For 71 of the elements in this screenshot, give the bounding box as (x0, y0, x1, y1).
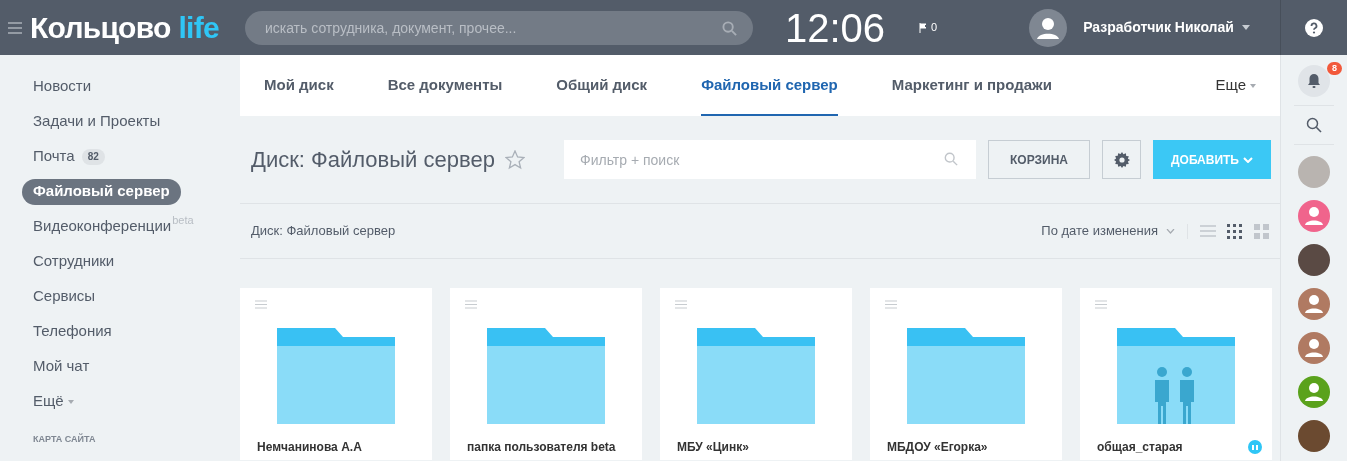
chevron-icon (1166, 228, 1175, 234)
folder-icon (277, 328, 395, 424)
menu-icon[interactable] (1095, 300, 1107, 309)
sidebar-item[interactable]: Сервисы (22, 285, 107, 308)
sidebar-item[interactable]: Телефония (22, 320, 123, 343)
section-title: КАРТА САЙТА (33, 433, 97, 446)
user-name[interactable]: Разработчик Николай (1083, 17, 1234, 38)
contact-avatar-icon[interactable] (1298, 332, 1330, 364)
folder-name[interactable]: папка пользователя beta (467, 438, 616, 456)
folder-name[interactable]: общая_старая (1097, 438, 1183, 456)
folder-name[interactable]: МБУ «Цинк» (677, 438, 749, 456)
flag-count: 0 (931, 20, 938, 36)
menu-icon[interactable] (465, 300, 477, 309)
folder-card[interactable]: общая_старая (1080, 288, 1272, 460)
avatar-icon[interactable] (1029, 8, 1068, 47)
menu-icon[interactable] (675, 300, 687, 309)
search-icon[interactable] (1306, 117, 1322, 133)
sidebar-item[interactable]: Файловый сервер (22, 178, 181, 205)
tab[interactable]: Общий диск (556, 55, 648, 116)
sidebar-item[interactable]: Ещё (22, 390, 85, 413)
folder-card[interactable]: МБДОУ «Егорка» (870, 288, 1062, 460)
tab[interactable]: Маркетинг и продажи (891, 55, 1052, 116)
settings-button[interactable] (1102, 140, 1141, 179)
shared-folder-icon (1117, 328, 1235, 424)
shared-badge-icon (1248, 440, 1262, 454)
folder-card[interactable]: Немчанинова А.А (240, 288, 432, 460)
folder-icon (697, 328, 815, 424)
contact-avatar-icon[interactable] (1298, 200, 1330, 232)
caret-icon[interactable] (1241, 25, 1250, 30)
sidebar-item[interactable]: Сотрудники (22, 250, 126, 273)
logo-accent-text[interactable]: life (178, 12, 219, 43)
trash-button[interactable]: КОРЗИНА (988, 140, 1090, 179)
photo-placeholder[interactable] (1298, 420, 1330, 452)
gear-icon (1113, 151, 1130, 168)
help-icon[interactable] (1305, 18, 1323, 37)
tab[interactable]: Мой диск (264, 55, 334, 116)
sidebar-item[interactable]: Новости (22, 75, 103, 98)
grid-view-icon[interactable] (1227, 223, 1243, 239)
menu-icon[interactable] (255, 300, 267, 309)
folder-card[interactable]: МБУ «Цинк» (660, 288, 852, 460)
sidebar-item[interactable]: Задачи и Проекты (22, 110, 172, 133)
notifications-button[interactable] (1298, 65, 1330, 97)
tile-view-icon[interactable] (1254, 223, 1270, 239)
folder-card[interactable]: папка пользователя beta (450, 288, 642, 460)
bell-icon (1306, 73, 1322, 89)
star-icon[interactable] (504, 149, 525, 170)
breadcrumb[interactable]: Диск: Файловый сервер (251, 221, 396, 241)
filter-field[interactable]: Фильтр + поиск (564, 140, 976, 179)
sort-dropdown[interactable]: По дате изменения (1041, 221, 1175, 241)
contact-avatar-icon[interactable] (1298, 288, 1330, 320)
flag-icon[interactable] (919, 22, 927, 33)
folder-icon (487, 328, 605, 424)
search-field[interactable]: искать сотрудника, документ, прочее... (244, 10, 753, 45)
page-title: Диск: Файловый сервер (251, 146, 495, 174)
menu-icon[interactable] (8, 21, 22, 34)
notification-badge: 8 (1327, 62, 1342, 75)
contact-avatar-icon[interactable] (1298, 376, 1330, 408)
folder-name[interactable]: Немчанинова А.А (257, 438, 362, 456)
chevron-icon (1243, 156, 1253, 163)
tab[interactable]: Все документы (387, 55, 503, 116)
menu-icon[interactable] (885, 300, 897, 309)
logo-text[interactable]: Кольцово (30, 12, 171, 43)
caret-icon (1250, 83, 1256, 88)
photo-placeholder[interactable] (1298, 244, 1330, 276)
folder-icon (907, 328, 1025, 424)
sidebar-item[interactable]: Мой чат (22, 355, 101, 378)
folder-name[interactable]: МБДОУ «Егорка» (887, 438, 988, 456)
counter-badge: 82 (81, 148, 105, 165)
tab[interactable]: Файловый сервер (701, 55, 838, 116)
more-tab[interactable]: Еще (1215, 55, 1256, 116)
clock-text: 12:06 (784, 7, 885, 48)
